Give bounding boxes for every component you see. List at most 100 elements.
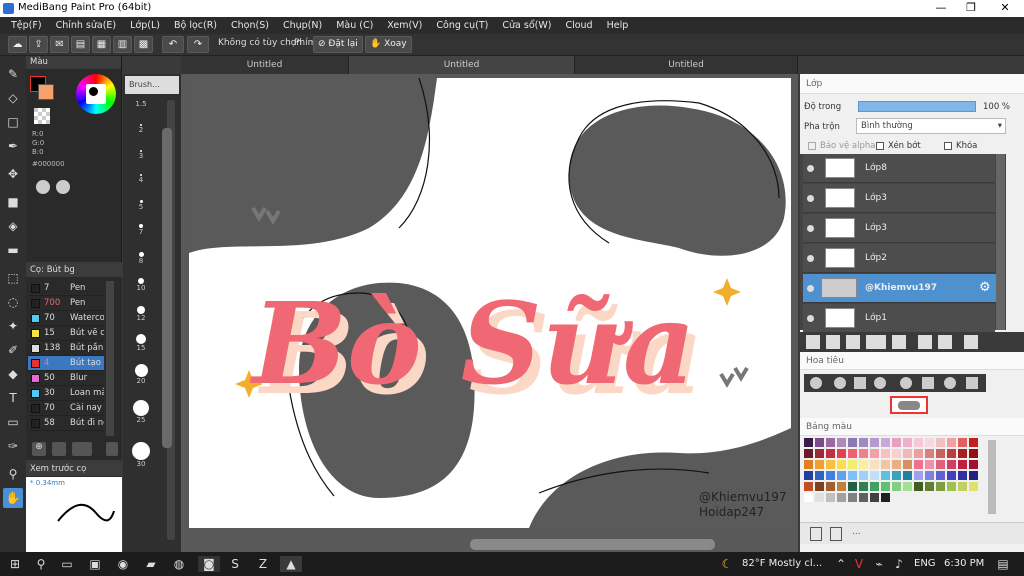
palette-swatch[interactable] bbox=[870, 482, 879, 491]
palette-swatch[interactable] bbox=[881, 460, 890, 469]
palette-swatch[interactable] bbox=[925, 482, 934, 491]
grid-icon[interactable]: ▥ bbox=[113, 36, 132, 53]
eye-icon[interactable] bbox=[807, 315, 814, 322]
palette-swatch[interactable] bbox=[848, 482, 857, 491]
eye-icon[interactable] bbox=[807, 165, 814, 172]
palette-swatch[interactable] bbox=[947, 482, 956, 491]
palette-swatch[interactable] bbox=[958, 460, 967, 469]
palette-swatch[interactable] bbox=[870, 449, 879, 458]
palette-swatch[interactable] bbox=[936, 449, 945, 458]
brush-item[interactable]: 15 Bút vẽ c bbox=[28, 326, 104, 341]
new-layer-8bit-icon[interactable] bbox=[826, 335, 840, 349]
delete-palette-icon[interactable] bbox=[830, 527, 842, 541]
search-icon[interactable]: ⚲ bbox=[32, 556, 50, 572]
palette-swatch[interactable] bbox=[804, 493, 813, 502]
background-color-swatch[interactable] bbox=[38, 84, 54, 100]
palette-more-menu[interactable]: ... bbox=[852, 527, 861, 537]
size-item[interactable]: 8 bbox=[127, 252, 155, 265]
canvas-vertical-scrollbar[interactable] bbox=[162, 128, 172, 448]
duplicate-layer-icon[interactable] bbox=[918, 335, 932, 349]
new-layer-icon[interactable] bbox=[806, 335, 820, 349]
task-view-icon[interactable]: ▭ bbox=[58, 556, 76, 572]
palette-swatch[interactable] bbox=[870, 438, 879, 447]
palette-swatch[interactable] bbox=[826, 438, 835, 447]
palette-swatch[interactable] bbox=[914, 449, 923, 458]
rotate-right-icon[interactable] bbox=[944, 377, 956, 389]
size-item[interactable]: 4 bbox=[127, 174, 155, 184]
rect-tool-icon[interactable]: □ bbox=[3, 112, 23, 132]
palette-swatch[interactable] bbox=[914, 482, 923, 491]
lasso-tool-icon[interactable]: ◌ bbox=[3, 292, 23, 312]
palette-swatch[interactable] bbox=[947, 438, 956, 447]
size-item[interactable]: 5 bbox=[127, 200, 155, 211]
menu-edit[interactable]: Chỉnh sửa(E) bbox=[49, 20, 124, 31]
brush-item-selected[interactable]: 4 Bút tạo bbox=[28, 356, 104, 371]
brush-menu-icon[interactable] bbox=[72, 442, 92, 456]
palette-swatch[interactable] bbox=[859, 471, 868, 480]
brush-item[interactable]: 7 Pen bbox=[28, 281, 104, 296]
palette-swatch[interactable] bbox=[826, 471, 835, 480]
brush-item[interactable]: 58Bút đi nể bbox=[28, 416, 104, 431]
maximize-button[interactable]: ❐ bbox=[956, 1, 986, 14]
brush-delete-icon[interactable] bbox=[106, 442, 118, 456]
palette-swatch[interactable] bbox=[826, 460, 835, 469]
palette-swatch[interactable] bbox=[826, 449, 835, 458]
photos-icon[interactable]: ▲ bbox=[280, 556, 302, 572]
palette-swatch[interactable] bbox=[958, 471, 967, 480]
volume-icon[interactable]: ♪ bbox=[890, 556, 908, 572]
folder-icon[interactable] bbox=[892, 335, 906, 349]
palette-swatch[interactable] bbox=[958, 438, 967, 447]
palette-swatch[interactable] bbox=[881, 438, 890, 447]
palette-swatch[interactable] bbox=[936, 482, 945, 491]
palette-swatch[interactable] bbox=[815, 482, 824, 491]
palette-swatch[interactable] bbox=[837, 482, 846, 491]
menu-tools[interactable]: Công cụ(T) bbox=[429, 20, 495, 31]
palette-swatch[interactable] bbox=[892, 438, 901, 447]
palette-swatch[interactable] bbox=[892, 471, 901, 480]
blend-mode-select[interactable]: Bình thường ▾ bbox=[856, 118, 1006, 134]
brush-new-icon[interactable] bbox=[52, 442, 66, 456]
message-icon[interactable]: ▤ bbox=[71, 36, 90, 53]
palette-swatch[interactable] bbox=[837, 493, 846, 502]
menu-help[interactable]: Help bbox=[600, 20, 636, 31]
size-item[interactable]: 30 bbox=[127, 442, 155, 468]
eye-icon[interactable] bbox=[807, 255, 814, 262]
reset-view-icon[interactable] bbox=[922, 377, 934, 389]
palette-swatch[interactable] bbox=[870, 471, 879, 480]
undo-icon[interactable]: ↶ bbox=[162, 36, 184, 53]
palette-swatch[interactable] bbox=[859, 482, 868, 491]
zoom-out-icon[interactable] bbox=[874, 377, 886, 389]
palette-swatch[interactable] bbox=[881, 471, 890, 480]
medibang-taskbar-icon[interactable]: ◙ bbox=[198, 556, 220, 572]
palette-swatch[interactable] bbox=[969, 438, 978, 447]
eyedropper-tool-icon[interactable]: ✑ bbox=[3, 436, 23, 456]
tab-untitled-2[interactable]: Untitled bbox=[349, 56, 575, 74]
palette-add-icon[interactable] bbox=[56, 180, 70, 194]
palette-swatch[interactable] bbox=[914, 460, 923, 469]
eraser-tool-icon[interactable]: ◇ bbox=[3, 88, 23, 108]
canvas-horizontal-scrollbar[interactable] bbox=[470, 539, 715, 550]
tab-untitled-3[interactable]: Untitled bbox=[575, 56, 798, 74]
brush-item[interactable]: 70 Waterco bbox=[28, 311, 104, 326]
palette-swatch[interactable] bbox=[881, 493, 890, 502]
brush-list-scrollbar[interactable] bbox=[106, 281, 114, 436]
palette-swatch[interactable] bbox=[936, 438, 945, 447]
palette-swatch[interactable] bbox=[848, 471, 857, 480]
color-wheel[interactable] bbox=[76, 74, 116, 114]
palette-swatch[interactable] bbox=[815, 449, 824, 458]
new-palette-icon[interactable] bbox=[810, 527, 822, 541]
palette-scrollbar[interactable] bbox=[988, 440, 996, 514]
palette-swatch[interactable] bbox=[815, 493, 824, 502]
fill-rect-tool-icon[interactable]: ■ bbox=[3, 192, 23, 212]
palette-swatch[interactable] bbox=[870, 493, 879, 502]
drawing-canvas[interactable]: Bò Sữa Bò Sữa @Khiemvu197 Hoidap247 bbox=[189, 78, 791, 528]
palette-swatch[interactable] bbox=[848, 449, 857, 458]
palette-swatch[interactable] bbox=[947, 471, 956, 480]
flip-icon[interactable] bbox=[966, 377, 978, 389]
palette-swatch[interactable] bbox=[848, 460, 857, 469]
zoom-in-alt-icon[interactable] bbox=[834, 377, 846, 389]
language-indicator[interactable]: ENG bbox=[914, 558, 936, 569]
rotate-left-icon[interactable] bbox=[900, 377, 912, 389]
palette-swatch[interactable] bbox=[947, 460, 956, 469]
fit-screen-icon[interactable] bbox=[854, 377, 866, 389]
